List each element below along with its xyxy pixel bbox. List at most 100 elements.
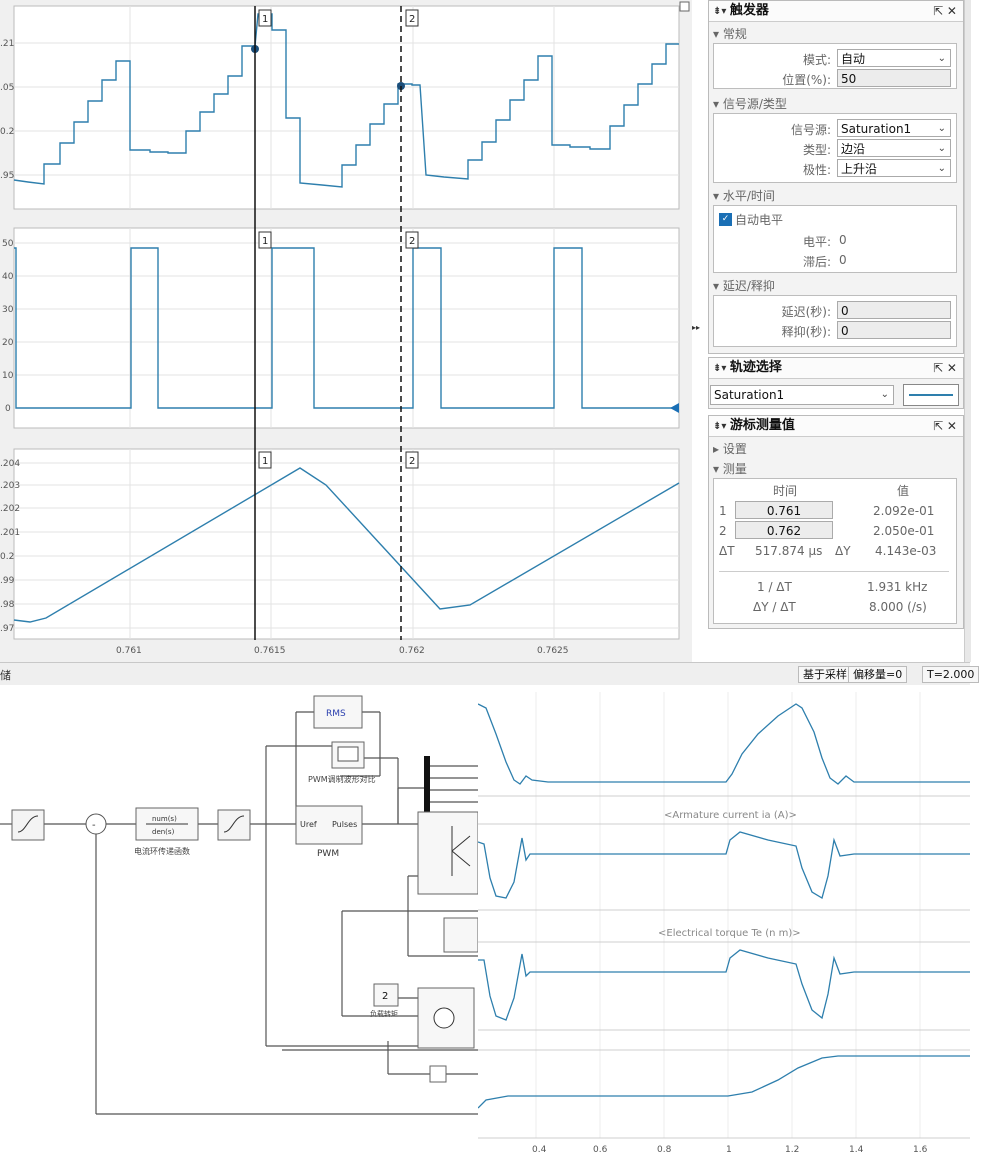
cursor-2-tag-p3: 2: [409, 456, 415, 467]
type-label: 类型:: [802, 143, 831, 157]
p1-tick-3: .95: [0, 171, 14, 181]
scope-panel-3[interactable]: [13, 448, 680, 640]
plot-x-tick-2: 0.8: [657, 1145, 672, 1155]
sum-block[interactable]: [85, 813, 107, 835]
trigger-pane-title: ⇟▾ 触发器 ⇱ ✕: [709, 1, 963, 22]
cursor-1-tag: 1: [262, 14, 268, 25]
trigger-pane: ⇟▾ 触发器 ⇱ ✕ ▾ 常规 模式: 自动 ⌄ 位置(%): 50 ▾ 信号源/…: [708, 0, 964, 354]
p2-tick-0: 50: [2, 239, 14, 249]
row2-value: 2.050e-01: [873, 524, 935, 538]
row1-time[interactable]: 0.761: [735, 501, 833, 519]
p3-tick-4: 0.2: [0, 552, 14, 562]
plot-title-torque: <Electrical torque Te (n m)>: [658, 928, 801, 939]
svg-text:-: -: [92, 820, 96, 831]
plot-x-tick-6: 1.6: [913, 1145, 928, 1155]
trigger-pane-controls[interactable]: ⇱ ✕: [933, 1, 957, 21]
section-measure[interactable]: ▾ 测量: [713, 460, 747, 477]
source-label: 信号源:: [790, 123, 831, 137]
chevron-down-icon: ⌄: [937, 53, 946, 64]
splitter-handle-icon[interactable]: ▸▸▸▸▸: [692, 323, 700, 332]
trace-title: 轨迹选择: [729, 360, 782, 375]
cursor-measure-pane: ⇟▾ 游标测量值 ⇱ ✕ ▸ 设置 ▾ 测量 时间 值 1 0.761 2.09…: [708, 415, 964, 629]
col-value-header: 值: [897, 484, 910, 498]
p3-tick-6: .98: [0, 600, 15, 610]
level-label: 电平:: [802, 235, 831, 249]
row2-index: 2: [719, 524, 727, 538]
status-offset: 偏移量=0: [848, 666, 908, 683]
section-delay[interactable]: ▾ 延迟/释抑: [713, 277, 775, 294]
x-tick-0: 0.761: [116, 646, 142, 656]
cursor-title: 游标测量值: [729, 418, 795, 433]
plot-x-tick-3: 1: [726, 1145, 732, 1155]
hysteresis-label: 滞后:: [802, 255, 831, 269]
hysteresis-value: 0: [839, 253, 847, 267]
p3-tick-5: .99: [0, 576, 15, 586]
section-settings[interactable]: ▸ 设置: [713, 440, 747, 457]
dc-source-block[interactable]: [429, 1065, 447, 1083]
p2-tick-1: 40: [2, 272, 14, 282]
measurement-block[interactable]: [443, 917, 478, 953]
constant-value: 2: [382, 991, 388, 1002]
saturation-block-2[interactable]: [217, 809, 251, 841]
expand-icon[interactable]: [679, 1, 690, 12]
polarity-select[interactable]: 上升沿 ⌄: [837, 159, 951, 177]
cursor-2-tag-p2: 2: [409, 236, 415, 247]
trace-signal-select[interactable]: Saturation1 ⌄: [710, 385, 894, 405]
cursor-2-tag: 2: [409, 14, 415, 25]
chevron-down-icon: ⌄: [937, 143, 946, 154]
position-input[interactable]: 50: [837, 69, 951, 87]
position-label: 位置(%):: [782, 73, 831, 87]
plot-x-tick-0: 0.4: [532, 1145, 547, 1155]
mode-label: 模式:: [802, 53, 831, 67]
inv-dt-label: 1 / ΔT: [757, 580, 792, 594]
chevron-down-icon: ⌄: [937, 123, 946, 134]
chevron-down-icon: ⌄: [937, 163, 946, 174]
polarity-label: 极性:: [802, 163, 831, 177]
plot-title-armature: <Armature current ia (A)>: [664, 810, 797, 821]
p1-tick-0: .21: [0, 39, 14, 49]
demux-bar[interactable]: [424, 756, 430, 812]
auto-level-checkbox[interactable]: ✓: [719, 213, 732, 226]
cursor-pane-controls[interactable]: ⇱ ✕: [933, 416, 957, 436]
status-time: T=2.000: [922, 666, 980, 683]
p2-tick-3: 20: [2, 338, 14, 348]
holdoff-input[interactable]: 0: [837, 321, 951, 339]
slope-value: 8.000 (/s): [869, 600, 927, 614]
section-general[interactable]: ▾ 常规: [713, 25, 747, 42]
section-level[interactable]: ▾ 水平/时间: [713, 187, 775, 204]
plot-x-tick-4: 1.2: [785, 1145, 799, 1155]
igbt-bridge-block[interactable]: [417, 811, 478, 895]
trigger-title: 触发器: [729, 3, 769, 18]
scope-panel-1[interactable]: [13, 5, 680, 210]
pwm-block-name: PWM: [317, 849, 339, 859]
row2-time[interactable]: 0.762: [735, 521, 833, 539]
source-select[interactable]: Saturation1 ⌄: [837, 119, 951, 137]
mode-select[interactable]: 自动 ⌄: [837, 49, 951, 67]
inv-dt-value: 1.931 kHz: [867, 580, 928, 594]
trace-line-style[interactable]: [903, 384, 959, 406]
p3-tick-1: .203: [0, 481, 20, 491]
slope-label: ΔY / ΔT: [753, 600, 796, 614]
p1-tick-2: 0.2: [0, 127, 14, 137]
plot-x-tick-5: 1.4: [849, 1145, 864, 1155]
row1-value: 2.092e-01: [873, 504, 935, 518]
trace-select-pane: ⇟▾ 轨迹选择 ⇱ ✕ Saturation1 ⌄: [708, 357, 964, 409]
tf-numerator: num(s): [152, 815, 177, 823]
saturation-block-1[interactable]: [11, 809, 45, 841]
section-source[interactable]: ▾ 信号源/类型: [713, 95, 787, 112]
simulink-model: - num(s) den(s) 电流环传递函数 RMS PWM调制波形对比 Ur…: [0, 686, 478, 1148]
trace-pane-controls[interactable]: ⇱ ✕: [933, 358, 957, 378]
trace-pane-title: ⇟▾ 轨迹选择 ⇱ ✕: [709, 358, 963, 379]
plot-x-tick-1: 0.6: [593, 1145, 608, 1155]
scope-panel-2[interactable]: [13, 227, 680, 429]
status-left: 储: [0, 669, 11, 682]
delay-input[interactable]: 0: [837, 301, 951, 319]
dy-label: ΔY: [835, 544, 851, 558]
type-select[interactable]: 边沿 ⌄: [837, 139, 951, 157]
rms-label: RMS: [326, 709, 346, 719]
cursor-1-tag-p2: 1: [262, 236, 268, 247]
pwm-scope-label: PWM调制波形对比: [308, 774, 376, 784]
p3-tick-3: .201: [0, 528, 20, 538]
p2-tick-4: 10: [2, 371, 14, 381]
p3-tick-2: .202: [0, 504, 20, 514]
